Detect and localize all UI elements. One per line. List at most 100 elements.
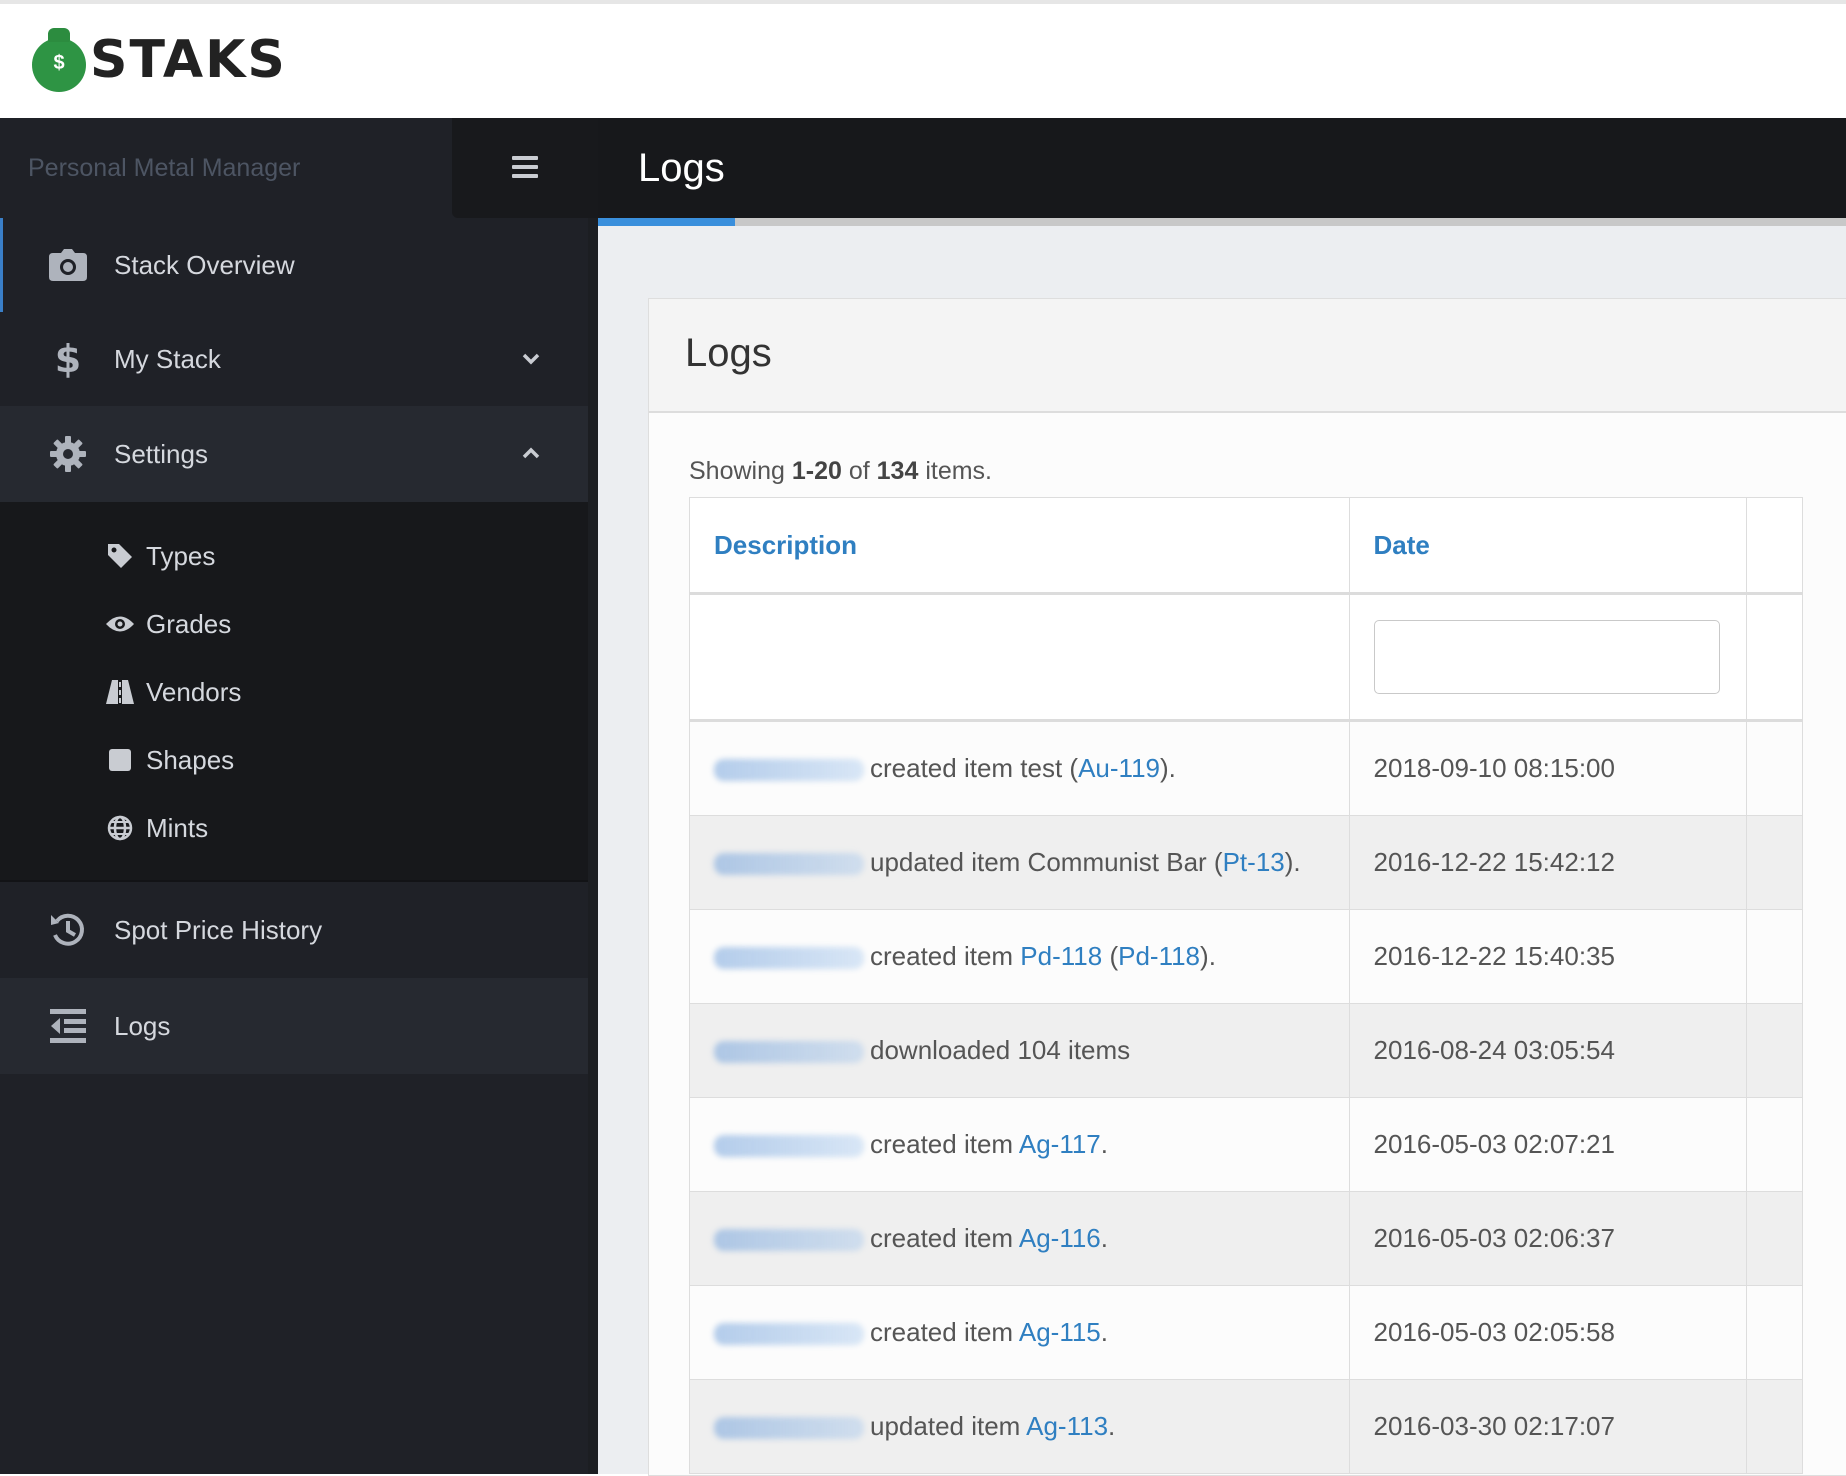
main-content: Logs Showing 1-20 of 134 items. Descript…: [598, 226, 1846, 1476]
redacted-username[interactable]: [714, 1041, 864, 1064]
log-tail: .: [1100, 1223, 1109, 1253]
item-link[interactable]: Ag-117: [1019, 1129, 1101, 1159]
date-cell: 2016-05-03 02:05:58: [1348, 1285, 1748, 1380]
item-link[interactable]: Ag-113: [1026, 1411, 1108, 1441]
actions-cell: [1746, 1097, 1803, 1192]
settings-submenu: Types Grades Vendors Shapes Mints: [0, 502, 588, 880]
panel-header: Logs: [649, 299, 1846, 413]
sidebar-item-label: Shapes: [146, 744, 235, 775]
actions-cell: [1746, 720, 1803, 816]
progress-fill: [598, 218, 736, 226]
date-cell: 2016-08-24 03:05:54: [1348, 1003, 1748, 1098]
description-filter-cell: [689, 593, 1350, 722]
summary-prefix: Showing: [689, 457, 792, 485]
sidebar-item-label: Logs: [114, 1010, 171, 1041]
square-icon: [106, 746, 134, 774]
description-cell: created item Ag-117.: [689, 1097, 1350, 1192]
sidebar-item-label: Types: [146, 540, 216, 571]
item-link[interactable]: Pd-118: [1020, 941, 1102, 971]
panel-title: Logs: [685, 331, 772, 375]
sidebar-item-my-stack[interactable]: $ My Stack: [0, 312, 588, 406]
actions-filter-cell: [1746, 593, 1803, 722]
eye-icon: [106, 610, 134, 638]
dollar-icon: $: [48, 339, 88, 379]
money-bag-icon: $: [32, 28, 86, 92]
redacted-username[interactable]: [714, 759, 864, 782]
log-action: updated item: [870, 1411, 1027, 1441]
sidebar-item-stack-overview[interactable]: Stack Overview: [0, 218, 588, 312]
item-link[interactable]: Pd-118: [1118, 941, 1200, 971]
description-cell: updated item Communist Bar (Pt-13).: [689, 815, 1350, 910]
active-indicator: [0, 218, 3, 312]
sidebar-item-label: Vendors: [146, 676, 242, 707]
page-title: Logs: [638, 146, 725, 190]
app-subtitle: Personal Metal Manager: [28, 154, 301, 182]
log-tail: ).: [1160, 753, 1176, 783]
table-row: updated item Ag-113. 2016-03-30 02:17:07: [689, 1379, 1803, 1474]
redacted-username[interactable]: [714, 1417, 864, 1440]
logo[interactable]: $ STAKS: [32, 28, 287, 92]
road-icon: [106, 678, 134, 706]
log-separator: (: [1102, 941, 1119, 971]
page-progress-bar: [598, 218, 1846, 226]
sidebar-item-shapes[interactable]: Shapes: [0, 726, 588, 794]
date-cell: 2016-12-22 15:40:35: [1348, 909, 1748, 1004]
date-cell: 2016-05-03 02:06:37: [1348, 1191, 1748, 1286]
column-header-description[interactable]: Description: [689, 497, 1350, 595]
table-header-row: Description Date: [689, 497, 1803, 595]
description-cell: downloaded 104 items: [689, 1003, 1350, 1098]
summary-range: 1-20: [791, 457, 842, 485]
table-row: updated item Communist Bar (Pt-13). 2016-…: [689, 815, 1803, 910]
redacted-username[interactable]: [714, 1229, 864, 1252]
summary-total: 134: [876, 457, 919, 485]
svg-text:$: $: [56, 339, 80, 379]
redacted-username[interactable]: [714, 1323, 864, 1346]
sidebar-item-spot-price-history[interactable]: Spot Price History: [0, 882, 588, 978]
description-cell: created item test (Au-119).: [689, 720, 1350, 816]
sidebar-item-vendors[interactable]: Vendors: [0, 658, 588, 726]
date-cell: 2016-12-22 15:42:12: [1348, 815, 1748, 910]
logo-text: STAKS: [90, 30, 287, 90]
sidebar-item-logs[interactable]: Logs: [0, 978, 588, 1074]
redacted-username[interactable]: [714, 853, 864, 876]
log-action: created item: [870, 1223, 1019, 1253]
date-filter-input[interactable]: [1373, 620, 1720, 694]
log-action: created item test (: [870, 753, 1079, 783]
log-action: created item: [870, 1129, 1019, 1159]
log-tail: .: [1100, 1129, 1109, 1159]
sidebar-toggle-button[interactable]: [452, 118, 598, 218]
column-header-date[interactable]: Date: [1348, 497, 1748, 595]
item-link[interactable]: Au-119: [1078, 753, 1160, 783]
log-tail: .: [1100, 1317, 1109, 1347]
redacted-username[interactable]: [714, 1135, 864, 1158]
sidebar-item-grades[interactable]: Grades: [0, 590, 588, 658]
sidebar-item-mints[interactable]: Mints: [0, 794, 588, 862]
table-row: created item Pd-118 (Pd-118). 2016-12-22 …: [689, 909, 1803, 1004]
sidebar-item-settings[interactable]: Settings: [0, 406, 588, 502]
hamburger-icon: [512, 156, 538, 183]
item-link[interactable]: Ag-115: [1019, 1317, 1101, 1347]
sidebar-item-label: Spot Price History: [114, 914, 323, 945]
log-action: created item: [870, 941, 1021, 971]
date-cell: 2016-05-03 02:07:21: [1348, 1097, 1748, 1192]
chevron-down-icon: [522, 312, 540, 406]
actions-cell: [1746, 909, 1803, 1004]
gear-icon: [48, 434, 88, 474]
log-action: created item: [870, 1317, 1019, 1347]
item-link[interactable]: Ag-116: [1019, 1223, 1101, 1253]
sidebar-item-label: Grades: [146, 608, 232, 639]
table-row: created item Ag-115. 2016-05-03 02:05:58: [689, 1285, 1803, 1380]
tag-icon: [106, 542, 134, 570]
sidebar-item-types[interactable]: Types: [0, 522, 588, 590]
item-link[interactable]: Pt-13: [1223, 847, 1285, 877]
log-action: downloaded 104 items: [870, 1035, 1131, 1065]
sidebar-item-label: Stack Overview: [114, 249, 295, 280]
summary-suffix: items.: [918, 457, 992, 485]
redacted-username[interactable]: [714, 947, 864, 970]
actions-cell: [1746, 1379, 1803, 1474]
table-row: created item test (Au-119). 2018-09-10 08…: [689, 720, 1803, 816]
sidebar-edge: [588, 218, 598, 1474]
date-filter-cell: [1348, 593, 1748, 722]
table-row: created item Ag-117. 2016-05-03 02:07:21: [689, 1097, 1803, 1192]
actions-cell: [1746, 1003, 1803, 1098]
